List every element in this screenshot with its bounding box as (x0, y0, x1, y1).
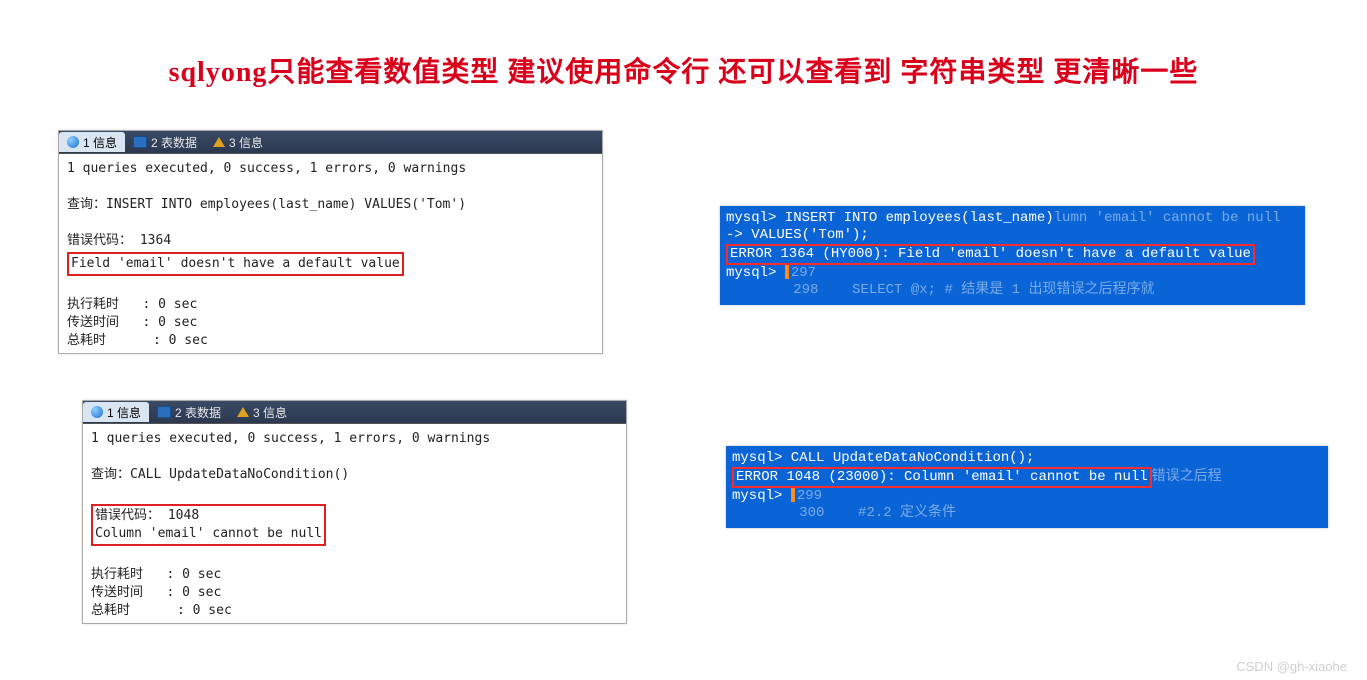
errcode-label: 错误代码： (95, 508, 160, 523)
ghost-text: 297 (791, 265, 816, 281)
cursor-icon (791, 488, 795, 502)
query-text: CALL UpdateDataNoCondition() (130, 467, 349, 482)
total-time-label: 总耗时 (67, 333, 106, 348)
errmsg: Column 'email' cannot be null (95, 526, 322, 541)
sqlyog-panel-1: 1 信息 2 表数据 3 信息 1 queries executed, 0 su… (58, 130, 603, 354)
errcode-label: 错误代码： (67, 233, 132, 248)
send-time-value: : 0 sec (143, 315, 198, 330)
tab-label: 2 表数据 (175, 404, 221, 421)
info-icon (91, 406, 103, 418)
query-label: 查询： (91, 467, 130, 482)
send-time-label: 传送时间 (67, 315, 119, 330)
cli-panel-1: mysql> INSERT INTO employees(last_name)l… (720, 206, 1305, 305)
cli-line: mysql> 299 (732, 488, 1322, 505)
tab-data[interactable]: 2 表数据 (149, 402, 229, 422)
send-time-value: : 0 sec (167, 585, 222, 600)
tab-data[interactable]: 2 表数据 (125, 132, 205, 152)
ghost-text: lumn 'email' cannot be null (1054, 210, 1281, 226)
grid-icon (133, 136, 147, 148)
panel-body: 1 queries executed, 0 success, 1 errors,… (59, 154, 602, 356)
errmsg: Field 'email' doesn't have a default val… (71, 256, 400, 271)
cli-line: -> VALUES('Tom'); (726, 227, 1299, 244)
errcode-value: 1048 (168, 508, 199, 523)
warning-icon (213, 137, 225, 147)
ghost-line: 298 SELECT @x; # 结果是 1 出现错误之后程序就 (726, 282, 1299, 299)
total-time-value: : 0 sec (153, 333, 208, 348)
sqlyog-panel-2: 1 信息 2 表数据 3 信息 1 queries executed, 0 su… (82, 400, 627, 624)
total-time-value: : 0 sec (177, 603, 232, 618)
tab-info-3[interactable]: 3 信息 (205, 132, 271, 152)
error-highlight: Field 'email' doesn't have a default val… (67, 252, 404, 276)
panel-body: 1 queries executed, 0 success, 1 errors,… (83, 424, 626, 626)
cli-error-line: ERROR 1048 (23000): Column 'email' canno… (732, 467, 1322, 488)
error-highlight: ERROR 1048 (23000): Column 'email' canno… (732, 467, 1152, 488)
send-time-label: 传送时间 (91, 585, 143, 600)
cli-line: mysql> INSERT INTO employees(last_name)l… (726, 210, 1299, 227)
cli-line: mysql> 297 (726, 265, 1299, 282)
main-title: sqlyong只能查看数值类型 建议使用命令行 还可以查看到 字符串类型 更清晰… (0, 50, 1367, 90)
cli-error-line: ERROR 1364 (HY000): Field 'email' doesn'… (726, 244, 1299, 265)
info-icon (67, 136, 79, 148)
exec-time-value: : 0 sec (167, 567, 222, 582)
query-label: 查询： (67, 197, 106, 212)
cursor-icon (785, 265, 789, 279)
exec-time-label: 执行耗时 (67, 297, 119, 312)
error-highlight: 错误代码： 1048 Column 'email' cannot be null (91, 504, 326, 546)
cli-line: mysql> CALL UpdateDataNoCondition(); (732, 450, 1322, 467)
exec-time-label: 执行耗时 (91, 567, 143, 582)
cli-panel-2: mysql> CALL UpdateDataNoCondition(); ERR… (726, 446, 1328, 528)
tab-label: 3 信息 (253, 404, 287, 421)
summary-line: 1 queries executed, 0 success, 1 errors,… (67, 161, 466, 176)
tab-bar: 1 信息 2 表数据 3 信息 (83, 401, 626, 424)
error-highlight: ERROR 1364 (HY000): Field 'email' doesn'… (726, 244, 1255, 265)
summary-line: 1 queries executed, 0 success, 1 errors,… (91, 431, 490, 446)
warning-icon (237, 407, 249, 417)
tab-label: 1 信息 (83, 134, 117, 151)
ghost-line: 300 #2.2 定义条件 (732, 505, 1322, 522)
total-time-label: 总耗时 (91, 603, 130, 618)
tab-info-1[interactable]: 1 信息 (59, 132, 125, 152)
tab-bar: 1 信息 2 表数据 3 信息 (59, 131, 602, 154)
ghost-text: 错误之后程 (1152, 469, 1222, 485)
watermark: CSDN @gh-xiaohe (1236, 659, 1347, 674)
query-text: INSERT INTO employees(last_name) VALUES(… (106, 197, 466, 212)
tab-label: 3 信息 (229, 134, 263, 151)
tab-info-3[interactable]: 3 信息 (229, 402, 295, 422)
grid-icon (157, 406, 171, 418)
tab-label: 1 信息 (107, 404, 141, 421)
errcode-value: 1364 (140, 233, 171, 248)
ghost-text: 299 (797, 488, 822, 504)
tab-info-1[interactable]: 1 信息 (83, 402, 149, 422)
tab-label: 2 表数据 (151, 134, 197, 151)
exec-time-value: : 0 sec (143, 297, 198, 312)
